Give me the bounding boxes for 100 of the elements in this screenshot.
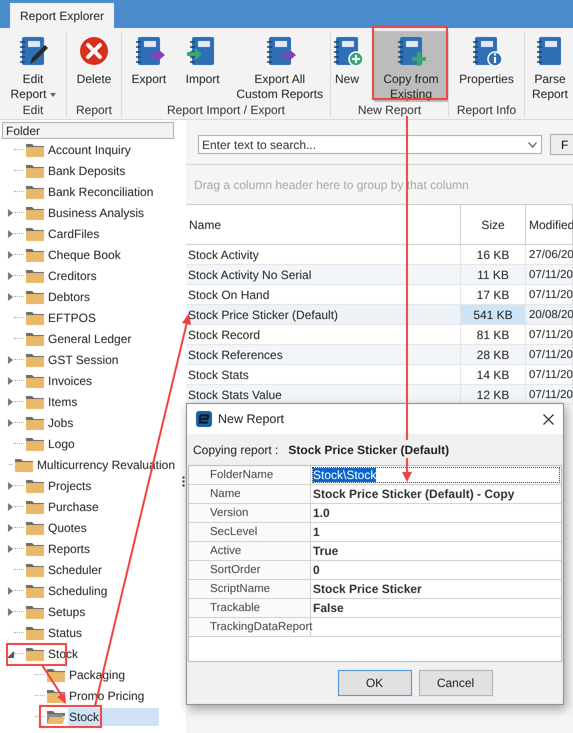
expand-arrow-icon[interactable] xyxy=(6,524,14,532)
folder-item[interactable]: Quotes xyxy=(47,518,90,536)
expand-arrow-icon[interactable] xyxy=(6,208,14,216)
expand-arrow-icon[interactable] xyxy=(6,586,14,594)
table-cell: 07/11/20 xyxy=(526,325,573,344)
delete-icon xyxy=(78,35,110,67)
ribbon-button[interactable]: Parse Report xyxy=(527,31,573,102)
folder-icon xyxy=(26,331,44,346)
ribbon-button[interactable]: Edit Report xyxy=(7,31,59,102)
expand-arrow-icon[interactable] xyxy=(6,418,14,426)
ribbon-button[interactable]: Import xyxy=(180,31,226,102)
ribbon-button[interactable]: Delete xyxy=(71,31,117,102)
table-cell: 28 KB xyxy=(461,345,526,364)
expand-arrow-icon[interactable] xyxy=(6,356,14,364)
ribbon-button[interactable]: Copy from Existing xyxy=(374,31,448,102)
property-label: ScriptName xyxy=(189,580,311,598)
folder-item[interactable]: Creditors xyxy=(47,266,100,284)
ribbon-button[interactable]: Export xyxy=(126,31,172,102)
property-row[interactable]: TrackingDataReport xyxy=(189,618,561,637)
folder-icon xyxy=(26,310,44,325)
expand-arrow-icon[interactable] xyxy=(6,292,14,300)
table-row[interactable]: Stock Activity No Serial 11 KB 07/11/20 xyxy=(186,265,573,285)
property-row[interactable]: Name Stock Price Sticker (Default) - Copy xyxy=(189,485,561,504)
ribbon-button[interactable]: Properties xyxy=(456,31,517,102)
folder-icon xyxy=(26,415,44,430)
folder-item[interactable]: Status xyxy=(47,624,86,642)
folder-item[interactable]: General Ledger xyxy=(47,330,134,348)
find-button[interactable]: F xyxy=(550,134,573,155)
expand-arrow-icon[interactable] xyxy=(6,398,14,406)
folder-item[interactable]: Logo xyxy=(47,434,78,452)
folder-item[interactable]: CardFiles xyxy=(47,224,102,242)
folder-item[interactable]: Cheque Book xyxy=(47,246,124,264)
dialog-button[interactable]: Cancel xyxy=(418,670,492,696)
folder-item[interactable]: Bank Deposits xyxy=(47,162,128,180)
folder-icon xyxy=(26,436,44,451)
property-row[interactable]: SortOrder 0 xyxy=(189,561,561,580)
property-row[interactable]: SecLevel 1 xyxy=(189,523,561,542)
splitter-grip-icon[interactable] xyxy=(182,476,184,487)
folder-icon xyxy=(26,373,44,388)
folder-icon xyxy=(26,583,44,598)
chevron-down-icon[interactable] xyxy=(528,142,537,148)
property-row[interactable]: ScriptName Stock Price Sticker xyxy=(189,580,561,599)
folder-item[interactable]: Scheduler xyxy=(47,560,106,578)
table-cell: Stock Stats xyxy=(186,365,461,384)
expand-arrow-icon[interactable] xyxy=(6,482,14,490)
group-label: Report xyxy=(76,102,112,118)
ribbon-button[interactable]: Export All Custom Reports xyxy=(233,31,326,102)
property-row[interactable]: Active True xyxy=(189,542,561,561)
folder-item[interactable]: Scheduling xyxy=(47,582,110,600)
folder-item[interactable]: Stock xyxy=(68,708,160,726)
property-row[interactable]: FolderName Stock\Stock xyxy=(189,466,561,485)
folder-item[interactable]: Invoices xyxy=(47,372,96,390)
column-header[interactable]: Size xyxy=(461,205,526,244)
folder-item[interactable]: Setups xyxy=(47,602,88,620)
folder-icon xyxy=(26,142,44,157)
expand-arrow-icon[interactable] xyxy=(6,230,14,238)
collapse-arrow-icon[interactable] xyxy=(6,650,14,658)
folder-item[interactable]: Account Inquiry xyxy=(47,140,134,158)
folder-item[interactable]: Purchase xyxy=(47,498,102,516)
folder-item[interactable]: EFTPOS xyxy=(47,308,100,326)
folder-item[interactable]: Projects xyxy=(47,476,94,494)
table-cell: 07/11/20 xyxy=(526,285,573,304)
folder-item[interactable]: Business Analysis xyxy=(47,204,148,222)
folder-item[interactable]: Items xyxy=(47,392,80,410)
folder-icon xyxy=(26,541,44,556)
expand-arrow-icon[interactable] xyxy=(6,250,14,258)
table-cell: 16 KB xyxy=(461,245,526,264)
copying-label: Copying report : xyxy=(193,442,278,456)
folder-icon xyxy=(26,646,44,661)
folder-item[interactable]: GST Session xyxy=(47,350,122,368)
ribbon-button[interactable]: New xyxy=(324,31,370,102)
open-folder-icon xyxy=(47,709,65,724)
folder-item[interactable]: Bank Reconciliation xyxy=(47,182,156,200)
search-field[interactable]: Enter text to search... xyxy=(198,135,542,154)
expand-arrow-icon[interactable] xyxy=(6,376,14,384)
folder-header: Folder xyxy=(2,122,174,139)
dialog-title: New Report xyxy=(218,412,285,426)
table-row[interactable]: Stock References 28 KB 07/11/20 xyxy=(186,345,573,365)
column-header[interactable]: Name xyxy=(186,205,461,244)
table-row[interactable]: Stock Stats Value 12 KB 07/11/20 xyxy=(186,385,573,405)
dialog-button[interactable]: OK xyxy=(338,670,412,696)
callout-arrow xyxy=(41,664,66,704)
property-value: False xyxy=(313,601,344,615)
close-icon[interactable] xyxy=(543,414,554,424)
property-row[interactable]: Trackable False xyxy=(189,599,561,618)
folder-icon xyxy=(26,268,44,283)
ribbon-tab[interactable]: Report Explorer xyxy=(10,3,114,28)
expand-arrow-icon[interactable] xyxy=(6,544,14,552)
expand-arrow-icon[interactable] xyxy=(6,502,14,510)
folder-icon xyxy=(26,247,44,262)
property-label: Version xyxy=(189,504,311,522)
folder-item[interactable]: Reports xyxy=(47,540,94,558)
table-cell: 07/11/20 xyxy=(526,265,573,284)
folder-item[interactable]: Jobs xyxy=(47,414,76,432)
folder-item[interactable]: Debtors xyxy=(47,288,94,306)
folder-icon xyxy=(26,163,44,178)
expand-arrow-icon[interactable] xyxy=(6,608,14,616)
expand-arrow-icon[interactable] xyxy=(6,272,14,280)
property-row[interactable]: Version 1.0 xyxy=(189,504,561,523)
table-row[interactable]: Stock Price Sticker (Default) 541 KB 20/08/20 xyxy=(186,305,573,325)
